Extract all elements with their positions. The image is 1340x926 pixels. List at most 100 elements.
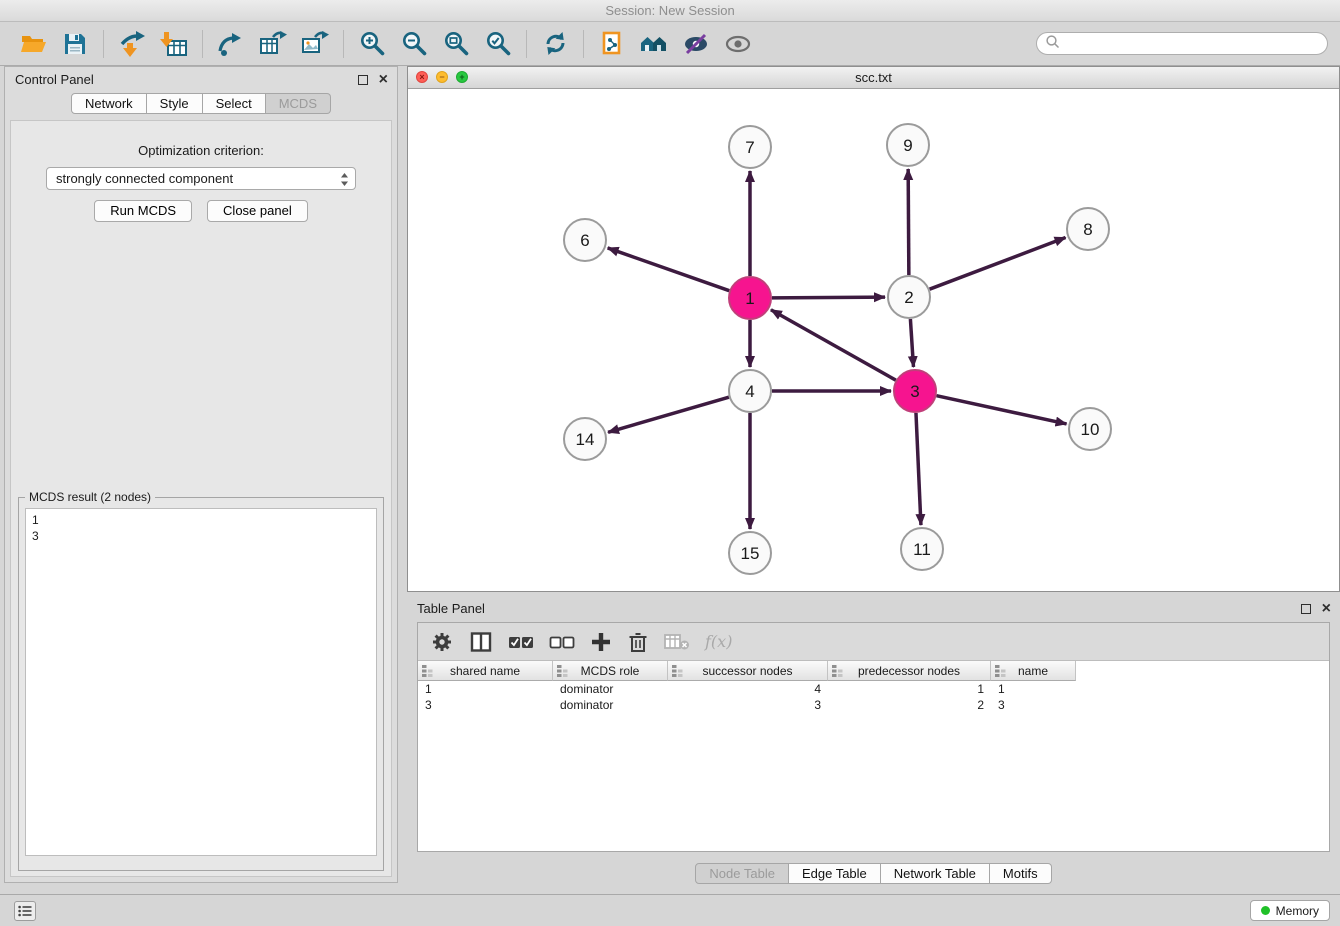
select-all-icon[interactable] (508, 628, 534, 656)
export-table-icon[interactable] (252, 26, 294, 62)
delete-table-icon (664, 628, 690, 656)
graph-node-label: 4 (745, 382, 754, 401)
export-image-icon[interactable] (294, 26, 336, 62)
tab-edge-table[interactable]: Edge Table (789, 863, 881, 884)
network-window-title: scc.txt (855, 70, 892, 85)
table-row[interactable]: 3dominator323 (418, 697, 1329, 713)
close-panel-icon[interactable]: × (1322, 603, 1331, 614)
table-cell-name[interactable]: 3 (991, 697, 1076, 713)
delete-column-icon[interactable] (627, 628, 649, 656)
style-eye-icon[interactable] (675, 26, 717, 62)
table-cell-mcds_role[interactable]: dominator (553, 697, 668, 713)
column-header-successor-nodes[interactable]: successor nodes (668, 661, 828, 681)
table-cell-shared_name[interactable]: 3 (418, 697, 553, 713)
memory-button[interactable]: Memory (1250, 900, 1330, 921)
deselect-all-icon[interactable] (549, 628, 575, 656)
table-settings-gear-icon[interactable] (430, 628, 454, 656)
float-panel-icon[interactable] (1301, 604, 1311, 614)
column-label: successor nodes (702, 664, 792, 678)
tab-select[interactable]: Select (203, 93, 266, 114)
table-cell-predecessor_nodes[interactable]: 2 (828, 697, 991, 713)
toolbar-separator (343, 30, 344, 58)
graph-edge-1-2[interactable] (772, 297, 885, 298)
save-session-icon[interactable] (54, 26, 96, 62)
close-panel-button[interactable]: Close panel (207, 200, 308, 222)
graph-edge-4-14[interactable] (608, 397, 729, 432)
network-view-window: × − + scc.txt 7968124314101511 (407, 66, 1340, 592)
table-cell-name[interactable]: 1 (991, 681, 1076, 697)
node-table-container: f(x) shared name MCDS role successor nodes… (417, 622, 1330, 852)
column-header-MCDS-role[interactable]: MCDS role (553, 661, 668, 681)
network-canvas[interactable]: 7968124314101511 (408, 89, 1339, 591)
control-panel-tabs: NetworkStyleSelectMCDS (5, 93, 397, 114)
network-window-titlebar[interactable]: × − + scc.txt (408, 67, 1339, 89)
table-panel-title: Table Panel (417, 601, 485, 616)
column-header-predecessor-nodes[interactable]: predecessor nodes (828, 661, 991, 681)
table-cell-mcds_role[interactable]: dominator (553, 681, 668, 697)
toolbar-separator (526, 30, 527, 58)
zoom-selected-icon[interactable] (477, 26, 519, 62)
home-icon[interactable] (633, 26, 675, 62)
tab-style[interactable]: Style (147, 93, 203, 114)
mcds-result-list[interactable]: 13 (25, 508, 377, 856)
control-panel-header: Control Panel × (5, 67, 397, 93)
column-header-name[interactable]: name (991, 661, 1076, 681)
duplicate-network-icon[interactable] (591, 26, 633, 62)
memory-status-icon (1261, 906, 1270, 915)
search-box[interactable] (1036, 32, 1328, 55)
graph-edge-3-10[interactable] (936, 396, 1066, 424)
graph-edge-3-11[interactable] (916, 413, 921, 525)
graph-edge-2-8[interactable] (930, 238, 1066, 290)
close-panel-icon[interactable]: × (379, 74, 388, 85)
tab-network-table[interactable]: Network Table (881, 863, 990, 884)
window-title: Session: New Session (605, 3, 734, 18)
graph-edge-2-3[interactable] (910, 319, 913, 367)
table-cell-predecessor_nodes[interactable]: 1 (828, 681, 991, 697)
run-mcds-button[interactable]: Run MCDS (94, 200, 192, 222)
control-panel: Control Panel × NetworkStyleSelectMCDS O… (4, 66, 398, 883)
graph-node-label: 10 (1081, 420, 1100, 439)
table-row[interactable]: 1dominator411 (418, 681, 1329, 697)
column-attribute-icon (557, 665, 568, 680)
graph-edge-1-6[interactable] (608, 248, 730, 291)
task-history-list-icon[interactable] (14, 901, 36, 921)
graph-edge-2-9[interactable] (908, 169, 909, 275)
mcds-result-line: 3 (32, 528, 370, 544)
table-cell-shared_name[interactable]: 1 (418, 681, 553, 697)
graph-node-label: 14 (576, 430, 595, 449)
tab-network[interactable]: Network (71, 93, 147, 114)
column-label: MCDS role (581, 664, 640, 678)
export-network-icon[interactable] (210, 26, 252, 62)
column-attribute-icon (422, 665, 433, 680)
graph-node-label: 3 (910, 382, 919, 401)
tab-node-table[interactable]: Node Table (695, 863, 789, 884)
mcds-result-line: 1 (32, 512, 370, 528)
window-minimize-icon[interactable]: − (436, 71, 448, 83)
search-input[interactable] (1064, 37, 1319, 51)
add-column-icon[interactable] (590, 628, 612, 656)
show-columns-icon[interactable] (469, 628, 493, 656)
table-toolbar: f(x) (418, 623, 1329, 661)
network-graph[interactable]: 7968124314101511 (408, 89, 1339, 591)
window-maximize-icon[interactable]: + (456, 71, 468, 83)
column-header-shared-name[interactable]: shared name (418, 661, 553, 681)
zoom-out-icon[interactable] (393, 26, 435, 62)
column-attribute-icon (832, 665, 843, 680)
import-network-file-icon[interactable] (111, 26, 153, 62)
open-session-icon[interactable] (12, 26, 54, 62)
table-cell-successor_nodes[interactable]: 3 (668, 697, 828, 713)
tab-mcds[interactable]: MCDS (266, 93, 331, 114)
optimization-criterion-dropdown[interactable]: strongly connected component (46, 167, 356, 190)
window-close-icon[interactable]: × (416, 71, 428, 83)
hide-eye-icon[interactable] (717, 26, 759, 62)
graph-node-label: 8 (1083, 220, 1092, 239)
float-panel-icon[interactable] (358, 75, 368, 85)
apply-layout-refresh-icon[interactable] (534, 26, 576, 62)
column-attribute-icon (995, 665, 1006, 680)
tab-motifs[interactable]: Motifs (990, 863, 1052, 884)
zoom-in-icon[interactable] (351, 26, 393, 62)
graph-edge-3-1[interactable] (771, 310, 896, 380)
table-cell-successor_nodes[interactable]: 4 (668, 681, 828, 697)
import-table-file-icon[interactable] (153, 26, 195, 62)
zoom-fit-icon[interactable] (435, 26, 477, 62)
